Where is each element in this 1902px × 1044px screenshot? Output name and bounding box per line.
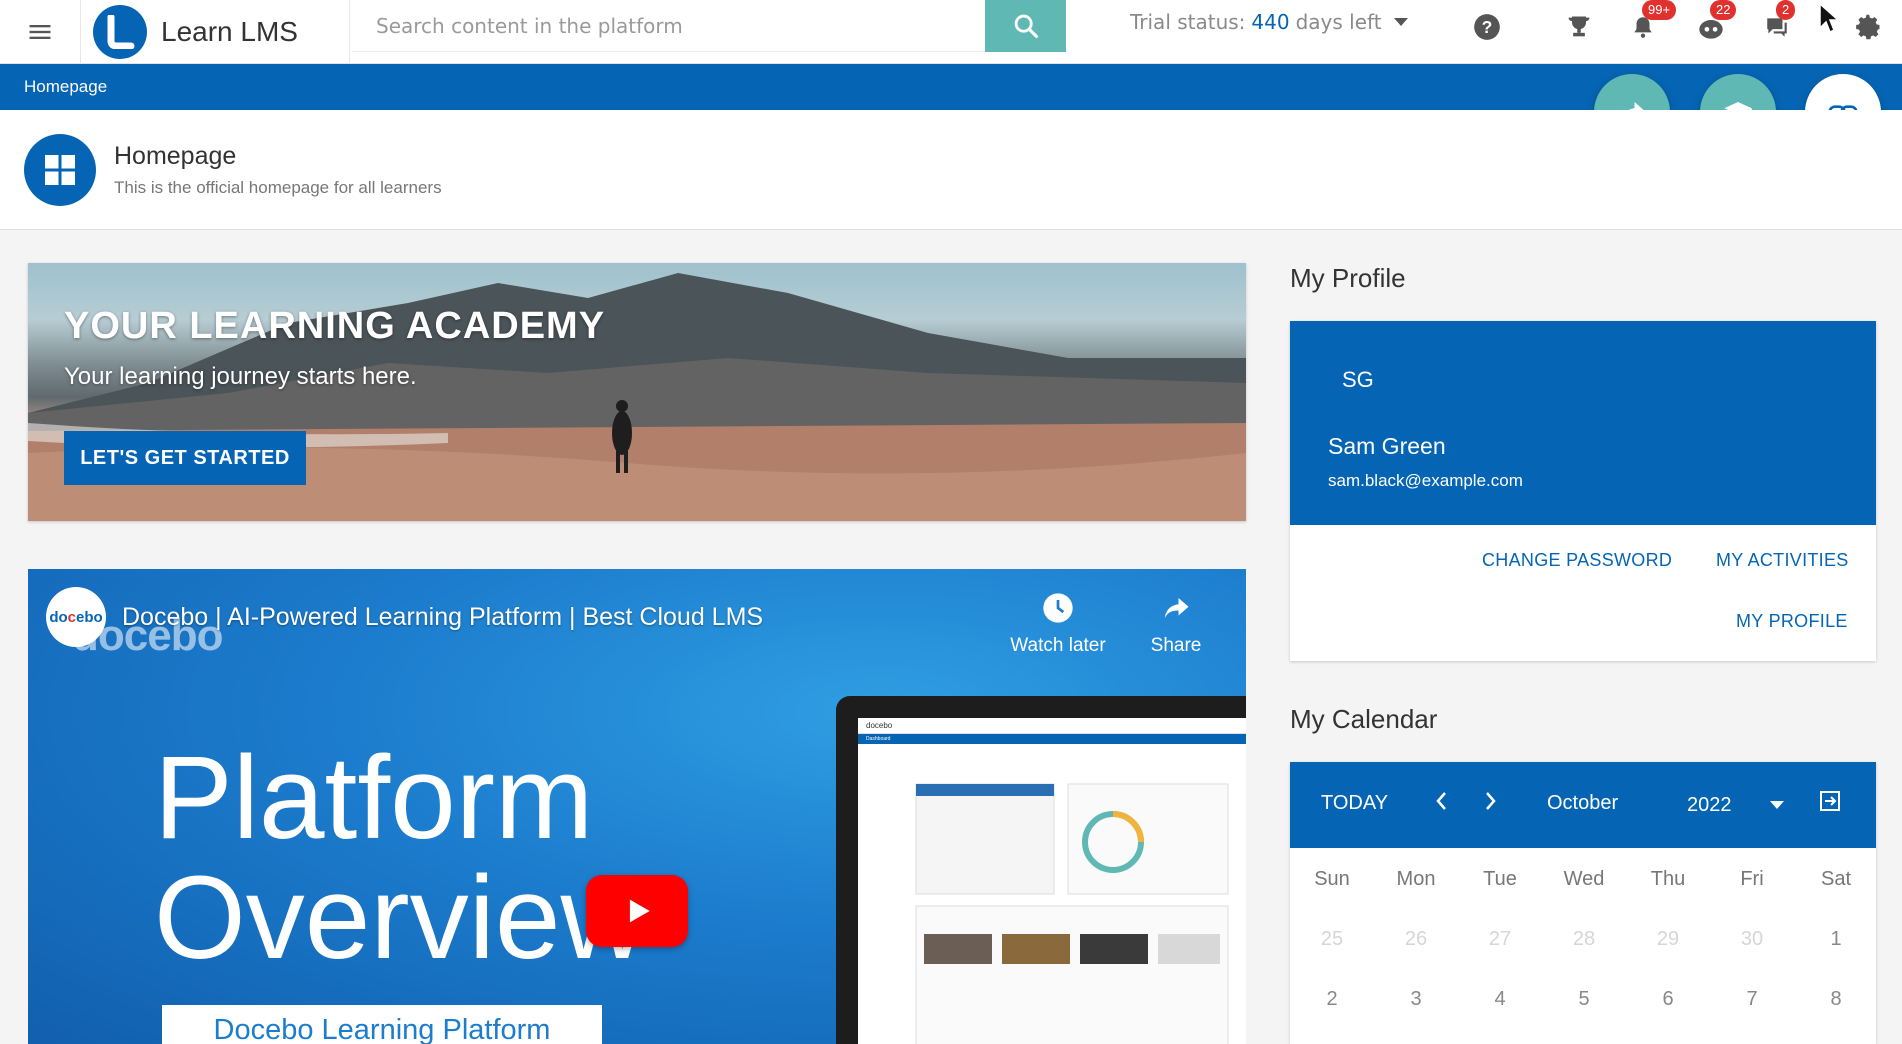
video-caption: Docebo Learning Platform	[162, 1005, 602, 1044]
video-headline-2: Overview	[154, 852, 646, 984]
svg-text:?: ?	[1482, 17, 1493, 37]
app-logo[interactable]: Learn LMS	[80, 0, 350, 64]
video-title[interactable]: Docebo | AI-Powered Learning Platform | …	[122, 603, 763, 632]
chevron-down-icon[interactable]	[1770, 801, 1784, 809]
search-button[interactable]	[985, 0, 1066, 52]
calendar-day[interactable]: 28	[1542, 928, 1626, 951]
calendar-day[interactable]: 25	[1290, 928, 1374, 951]
trophy-icon[interactable]	[1562, 10, 1596, 44]
change-password-link[interactable]: CHANGE PASSWORD	[1482, 550, 1672, 571]
search-placeholder: Search content in the platform	[376, 13, 683, 38]
video-headline-1: Platform	[154, 732, 594, 864]
weekday-thu: Thu	[1650, 868, 1686, 890]
share-label: Share	[1150, 635, 1202, 656]
chat-icon[interactable]: 2	[1760, 0, 1796, 44]
calendar-day[interactable]: 30	[1710, 928, 1794, 951]
calendar-day[interactable]: 4	[1458, 988, 1542, 1011]
calendar-day[interactable]: 29	[1626, 928, 1710, 951]
watch-later-button[interactable]: Watch later	[998, 587, 1118, 657]
calendar-day[interactable]: 8	[1794, 988, 1876, 1011]
screen-brand: docebo	[858, 718, 1246, 734]
gear-icon[interactable]	[1852, 10, 1886, 44]
calendar-day[interactable]: 27	[1458, 928, 1542, 951]
profile-section-title: My Profile	[1290, 263, 1406, 293]
calendar-day[interactable]: 7	[1710, 988, 1794, 1011]
watch-later-label: Watch later	[1010, 635, 1106, 656]
calendar-day[interactable]: 6	[1626, 988, 1710, 1011]
screen-tab: Dashboard	[858, 734, 1246, 744]
share-arrow-icon	[1116, 587, 1236, 629]
hero-title: YOUR LEARNING ACADEMY	[64, 305, 606, 347]
user-name: Sam Green	[1328, 433, 1446, 459]
calendar-day[interactable]: 3	[1374, 988, 1458, 1011]
my-activities-link[interactable]: MY ACTIVITIES	[1716, 550, 1849, 571]
trial-days: 440	[1251, 10, 1290, 34]
export-icon[interactable]	[1818, 789, 1842, 819]
breadcrumb-current[interactable]: Homepage	[24, 77, 107, 97]
hero-subtitle: Your learning journey starts here.	[64, 363, 417, 390]
menu-icon[interactable]	[0, 0, 80, 64]
share-video-button[interactable]: Share	[1116, 587, 1236, 657]
year-select[interactable]: 2022	[1687, 794, 1732, 817]
calendar-day[interactable]: 2	[1290, 988, 1374, 1011]
dashboard-mockup	[915, 783, 1229, 1044]
calendar-day[interactable]: 5	[1542, 988, 1626, 1011]
logo-icon	[93, 4, 147, 59]
calendar-day[interactable]: 1	[1794, 928, 1876, 951]
bell-icon[interactable]: 99+	[1626, 0, 1677, 44]
page-title: Homepage	[114, 142, 237, 170]
profile-card: SG Sam Green sam.black@example.com CHANG…	[1290, 321, 1876, 661]
avatar[interactable]: SG	[1342, 367, 1374, 393]
calendar-header: TODAY October 2022	[1290, 762, 1876, 848]
laptop-mockup: docebo Dashboard	[836, 696, 1246, 1044]
weekday-mon: Mon	[1396, 868, 1436, 890]
mouse-cursor-icon	[1819, 2, 1840, 34]
chevron-right-icon[interactable]	[1484, 790, 1498, 818]
bot-badge: 22	[1710, 0, 1737, 20]
calendar-widget: TODAY October 2022 Sun Mon Tue Wed Thu F…	[1290, 762, 1876, 1044]
help-icon[interactable]: ?	[1470, 10, 1504, 44]
video-player[interactable]: docebo do c ebo Docebo | AI-Powered Learni…	[28, 569, 1246, 1044]
weekday-fri: Fri	[1740, 868, 1764, 890]
get-started-button[interactable]: LET'S GET STARTED	[64, 431, 306, 485]
weekday-sun: Sun	[1314, 868, 1350, 890]
weekday-sat: Sat	[1820, 868, 1852, 890]
play-button[interactable]	[586, 875, 688, 947]
play-icon	[629, 899, 650, 923]
calendar-day[interactable]: 26	[1374, 928, 1458, 951]
notifications-badge: 99+	[1642, 0, 1677, 20]
hero-banner: YOUR LEARNING ACADEMY Your learning jour…	[28, 263, 1246, 521]
channel-logo[interactable]: do c ebo	[46, 587, 106, 647]
trial-suffix: days left	[1295, 10, 1382, 34]
search-icon	[1014, 14, 1038, 39]
dashboard-icon	[24, 134, 96, 206]
profile-header: SG Sam Green sam.black@example.com	[1290, 321, 1876, 525]
chevron-left-icon[interactable]	[1434, 790, 1448, 818]
clock-icon	[998, 587, 1118, 629]
bot-icon[interactable]: 22	[1694, 0, 1737, 44]
my-profile-link[interactable]: MY PROFILE	[1736, 611, 1848, 632]
weekday-wed: Wed	[1563, 868, 1605, 890]
weekday-tue: Tue	[1483, 868, 1517, 890]
page-subtitle: This is the official homepage for all le…	[114, 178, 442, 197]
app-title: Learn LMS	[161, 15, 298, 47]
trial-prefix: Trial status:	[1130, 10, 1246, 34]
page-header: Homepage This is the official homepage f…	[0, 110, 1902, 230]
messages-badge: 2	[1776, 0, 1796, 20]
today-button[interactable]: TODAY	[1321, 792, 1388, 815]
laptop-screen: docebo Dashboard	[858, 718, 1246, 1044]
month-label[interactable]: October	[1547, 792, 1618, 815]
user-email: sam.black@example.com	[1328, 471, 1523, 490]
chevron-down-icon	[1393, 18, 1408, 26]
trial-status[interactable]: Trial status: 440 days left	[1130, 10, 1408, 34]
calendar-section-title: My Calendar	[1290, 704, 1438, 734]
search-input[interactable]: Search content in the platform	[352, 0, 985, 52]
